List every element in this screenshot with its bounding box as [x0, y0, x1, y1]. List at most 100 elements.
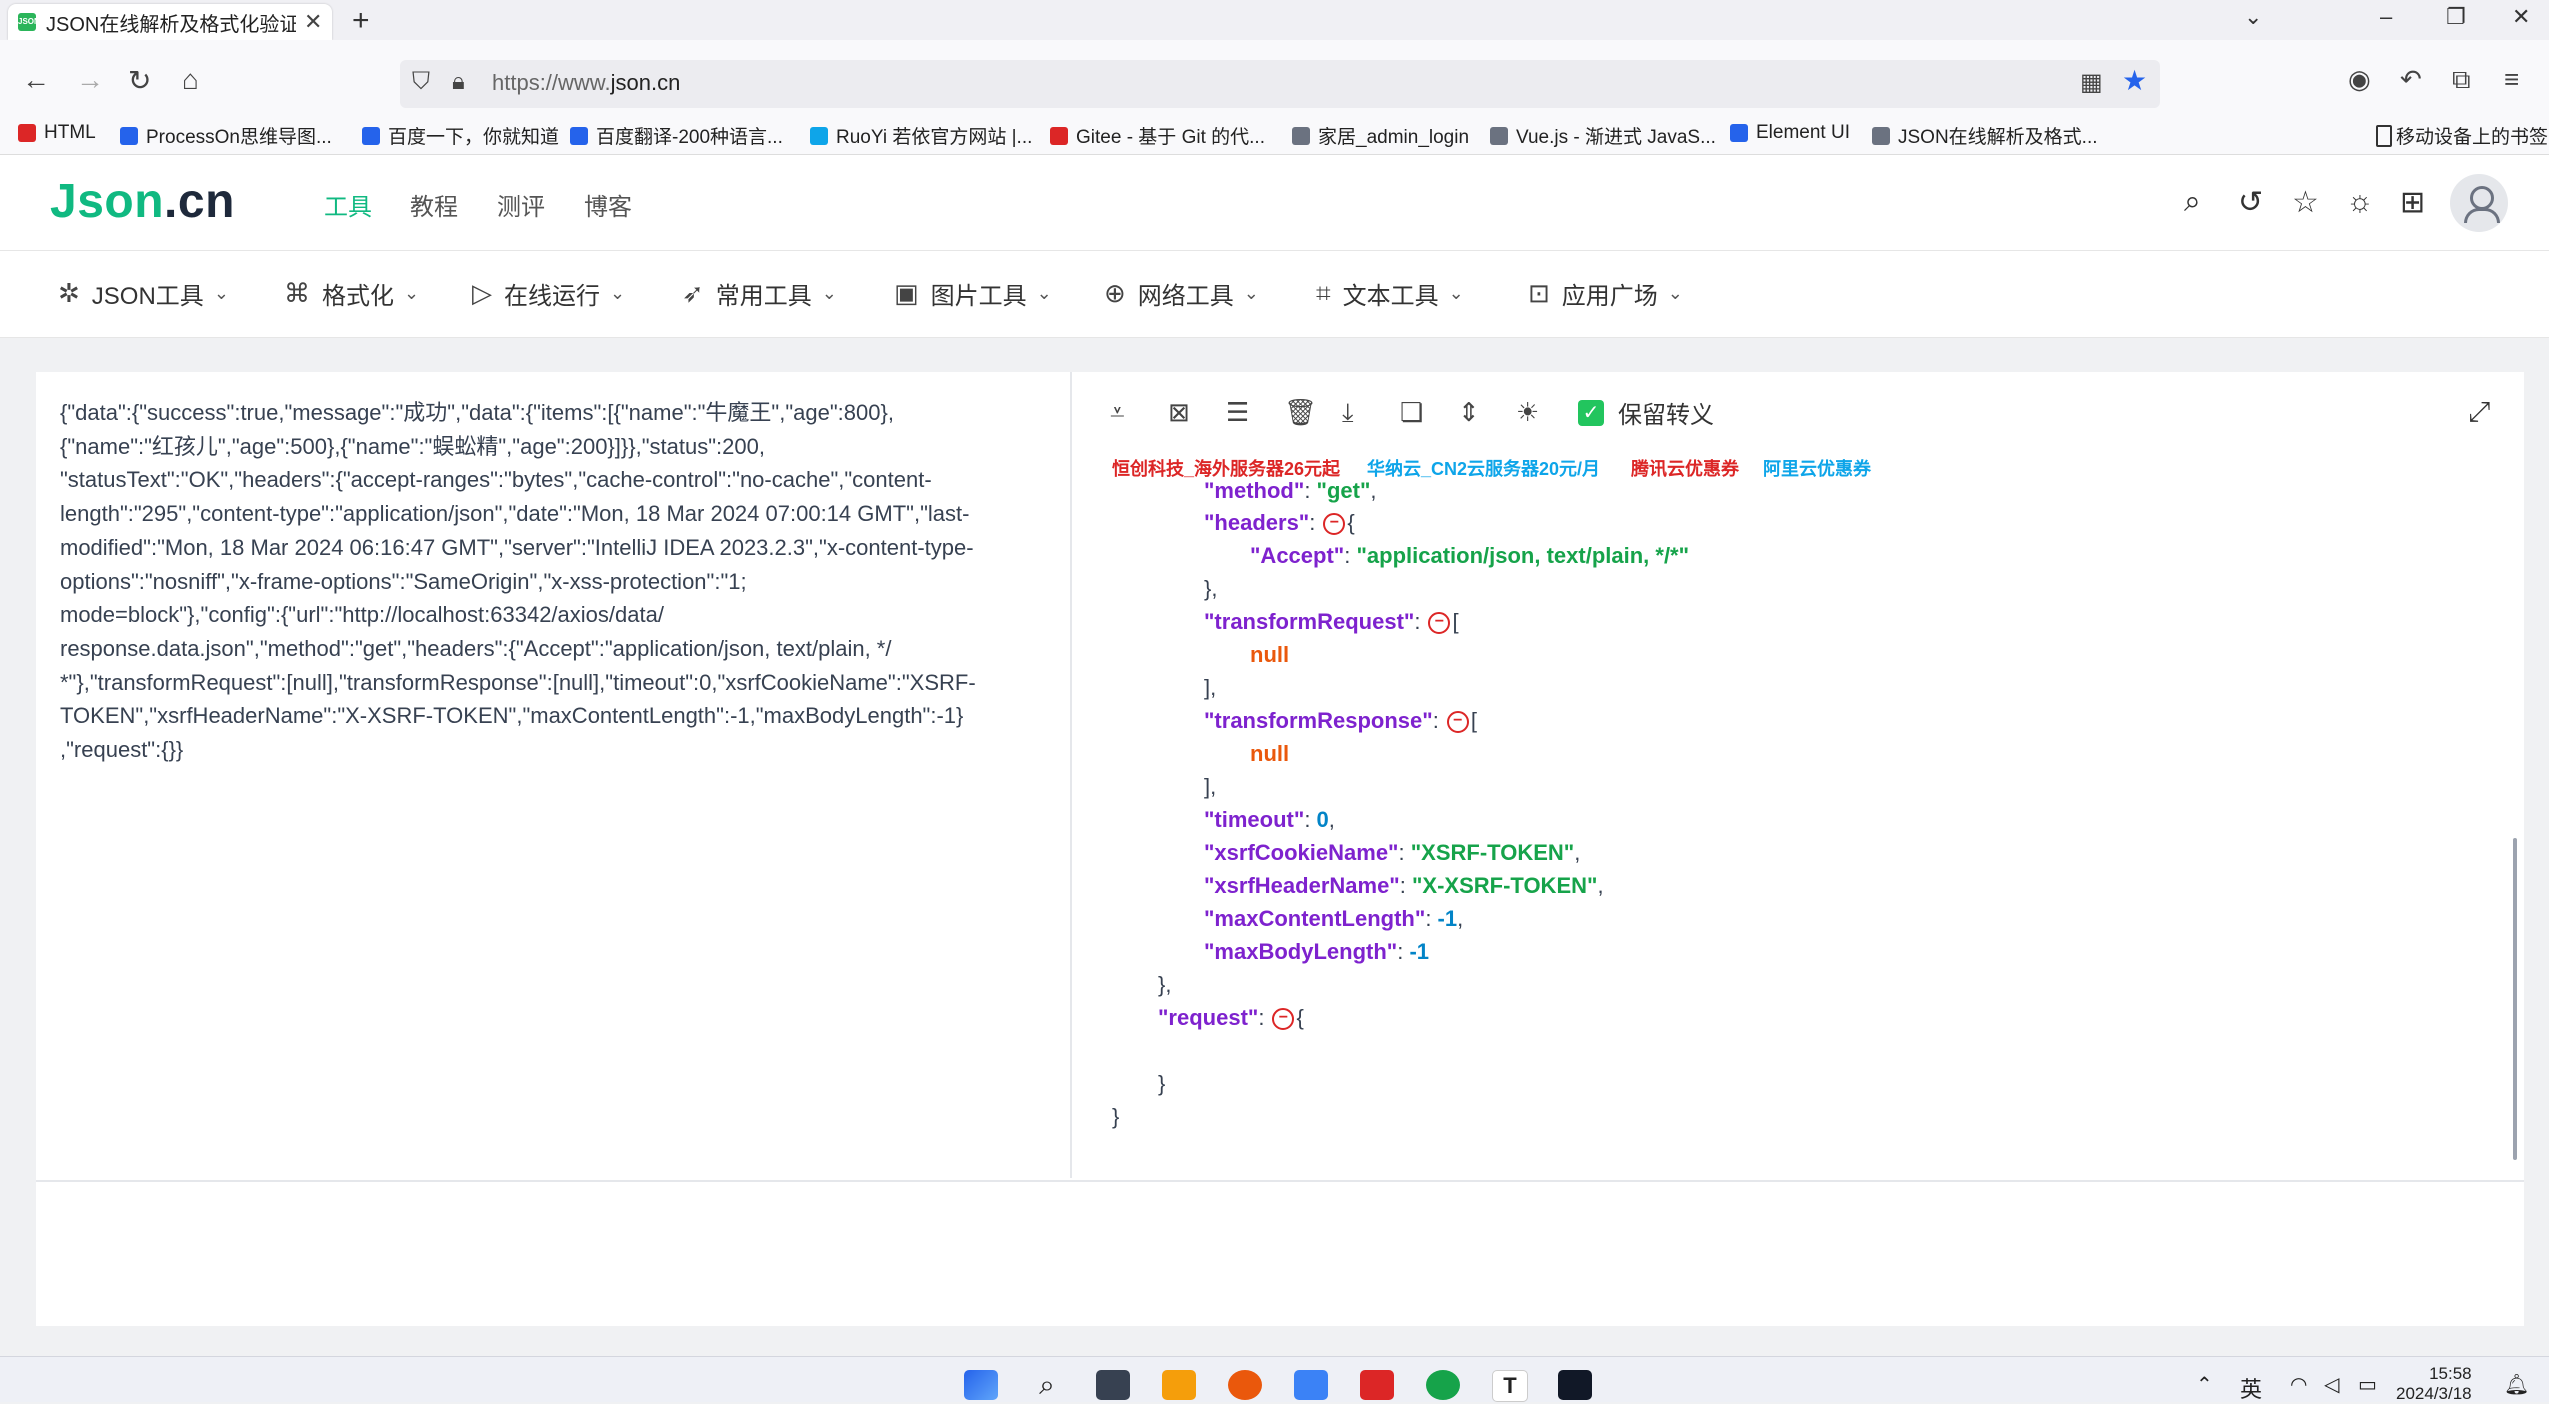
user-avatar[interactable] — [2450, 174, 2508, 232]
theme-sun-icon[interactable]: ☼ — [2346, 185, 2374, 219]
tree-scrollbar[interactable] — [2513, 838, 2517, 1160]
tree-line-timeout: "timeout": 0, — [1204, 807, 1335, 832]
bookmark-item[interactable]: 百度翻译-200种语言... — [570, 122, 783, 149]
sponsor-link[interactable]: 腾讯云优惠券 — [1631, 455, 1739, 481]
user-body-icon — [2464, 208, 2500, 223]
url-text[interactable]: https://www.json.cn — [492, 70, 680, 96]
system-clock[interactable]: 15:58 2024/3/18 — [2396, 1364, 2472, 1404]
search-icon[interactable]: ⌕ — [2184, 185, 2201, 219]
close-window-icon[interactable]: ✕ — [2512, 4, 2530, 30]
sponsor-link[interactable]: 阿里云优惠券 — [1763, 455, 1871, 481]
new-tab-button[interactable]: + — [352, 4, 370, 38]
tree-line-headers: "headers": −{ — [1204, 510, 1355, 536]
menu-item[interactable]: ⊕ 网络工具 ⌄ — [1104, 276, 1259, 311]
tab-list-chevron-icon[interactable]: ⌄ — [2244, 4, 2262, 30]
bookmark-label: 百度翻译-200种语言... — [596, 127, 783, 148]
baidu-netdisk-icon[interactable] — [1294, 1370, 1328, 1400]
volume-icon[interactable]: ◁ — [2324, 1372, 2339, 1397]
bookmark-label: JSON在线解析及格式... — [1898, 127, 2098, 148]
paint-roller-icon: ⌘ — [284, 278, 310, 308]
bookmark-item[interactable]: RuoYi 若依官方网站 |... — [810, 122, 1032, 149]
site-header — [0, 155, 2549, 251]
fullscreen-expand-icon[interactable]: ⤢ — [2468, 396, 2490, 429]
menu-item[interactable]: ✲ JSON工具 ⌄ — [58, 276, 229, 311]
bookmark-item[interactable]: JSON在线解析及格式... — [1872, 122, 2098, 149]
menu-icon[interactable]: ≡ — [2504, 64, 2519, 95]
bookmark-star-icon[interactable]: ★ — [2122, 64, 2147, 97]
menu-item-label: 图片工具 — [930, 283, 1027, 310]
input-method[interactable]: 英 — [2240, 1372, 2262, 1404]
sponsor-link[interactable]: 华纳云_CN2云服务器20元/月 — [1367, 455, 1600, 481]
layers-icon[interactable]: ⩡ — [1110, 397, 1168, 429]
collapse-toggle-icon[interactable]: − — [1272, 1008, 1295, 1031]
lock-icon[interactable]: 🔒︎ — [452, 68, 465, 96]
copy-icon[interactable]: ❏ — [1400, 397, 1458, 428]
lightbulb-icon[interactable]: ☀ — [1516, 397, 1574, 428]
bookmark-item[interactable]: ProcessOn思维导图... — [120, 122, 332, 149]
tab-close-icon[interactable]: ✕ — [304, 9, 322, 35]
bookmark-item[interactable]: 家居_admin_login — [1292, 122, 1469, 149]
browser-tab-active[interactable]: JSON JSON在线解析及格式化验证 - JSON.cn ✕ — [8, 4, 332, 40]
sponsor-link[interactable]: 恒创科技_海外服务器26元起 — [1112, 455, 1340, 481]
bookmark-item[interactable]: HTML — [18, 122, 96, 144]
task-view-icon[interactable] — [1096, 1370, 1130, 1400]
raw-json-text[interactable]: {"data":{"success":true,"message":"成功","… — [60, 396, 1050, 767]
tree-line-null: null — [1250, 741, 1290, 766]
bookmark-item[interactable]: Element UI — [1730, 122, 1850, 144]
apps-grid-icon[interactable]: ⊞ — [2400, 185, 2425, 220]
mobile-bookmarks[interactable]: 移动设备上的书签 — [2376, 122, 2548, 149]
qr-code-icon[interactable]: ▦ — [2080, 68, 2103, 97]
topnav-blog[interactable]: 博客 — [584, 187, 632, 222]
reload-icon[interactable]: ↻ — [128, 64, 151, 97]
topnav-tools[interactable]: 工具 — [324, 187, 372, 222]
keep-escape-label[interactable]: 保留转义 — [1618, 395, 1714, 430]
bookmark-item[interactable]: Gitee - 基于 Git 的代... — [1050, 122, 1265, 149]
firefox-icon[interactable] — [1228, 1370, 1262, 1400]
download-icon[interactable]: ⤓ — [1342, 397, 1400, 429]
bookmark-item[interactable]: Vue.js - 渐进式 JavaS... — [1490, 122, 1716, 149]
forward-arrow-icon[interactable]: → — [76, 64, 104, 96]
collapse-toggle-icon[interactable]: − — [1446, 711, 1469, 734]
menu-item[interactable]: ⌘ 格式化 ⌄ — [284, 276, 419, 311]
tray-chevron-icon[interactable]: ⌃ — [2196, 1372, 2213, 1397]
taskbar-search-icon[interactable]: ⌕ — [1030, 1370, 1064, 1400]
intellij-icon[interactable] — [1558, 1370, 1592, 1400]
topnav-tutorials[interactable]: 教程 — [410, 187, 458, 222]
menu-item[interactable]: ⌗ 文本工具 ⌄ — [1316, 276, 1464, 311]
notification-bell-icon[interactable]: 🔔︎ — [2504, 1372, 2529, 1397]
start-menu-icon[interactable] — [964, 1370, 998, 1400]
shield-icon[interactable]: ⛉ — [412, 68, 430, 96]
typora-icon[interactable]: T — [1492, 1370, 1528, 1402]
account-icon[interactable]: ◉ — [2348, 64, 2371, 95]
menu-item[interactable]: ▣ 图片工具 ⌄ — [894, 276, 1052, 311]
site-logo[interactable]: Json.cn — [50, 174, 235, 229]
favorite-star-icon[interactable]: ☆ — [2292, 185, 2319, 220]
clear-file-icon[interactable]: ⊠ — [1168, 397, 1226, 428]
minimize-icon[interactable]: – — [2380, 4, 2392, 30]
compress-icon[interactable]: ⇕ — [1458, 397, 1516, 428]
wifi-icon[interactable]: ◠ — [2290, 1372, 2307, 1397]
pdf-reader-icon[interactable] — [1360, 1370, 1394, 1400]
history-icon[interactable]: ↺ — [2238, 185, 2263, 220]
keep-escape-checkbox[interactable]: ✓ — [1578, 399, 1604, 426]
collapse-toggle-icon[interactable]: − — [1323, 513, 1346, 536]
line-numbers-icon[interactable]: ☰ — [1226, 397, 1284, 428]
chevron-down-icon: ⌄ — [610, 283, 626, 303]
tree-line-request: "request": −{ — [1158, 1005, 1304, 1031]
url-prefix: https://www. — [492, 70, 611, 95]
restore-icon[interactable]: ❐ — [2446, 4, 2466, 30]
collapse-toggle-icon[interactable]: − — [1428, 612, 1451, 635]
extensions-icon[interactable]: ⧉ — [2452, 64, 2471, 96]
topnav-reviews[interactable]: 测评 — [497, 187, 545, 222]
menu-item[interactable]: ➶ 常用工具 ⌄ — [682, 276, 837, 311]
back-arrow-icon[interactable]: ← — [22, 64, 50, 96]
undo-icon[interactable]: ↶ — [2400, 64, 2422, 95]
menu-item[interactable]: ⊡ 应用广场 ⌄ — [1528, 276, 1683, 311]
battery-icon[interactable]: ▭ — [2358, 1372, 2377, 1397]
file-explorer-icon[interactable] — [1162, 1370, 1196, 1400]
bookmark-item[interactable]: 百度一下，你就知道 — [362, 122, 559, 149]
chrome-icon[interactable] — [1426, 1370, 1460, 1400]
home-icon[interactable]: ⌂ — [182, 64, 199, 96]
trash-icon[interactable]: 🗑︎ — [1284, 397, 1342, 428]
menu-item[interactable]: ▷ 在线运行 ⌄ — [472, 276, 625, 311]
